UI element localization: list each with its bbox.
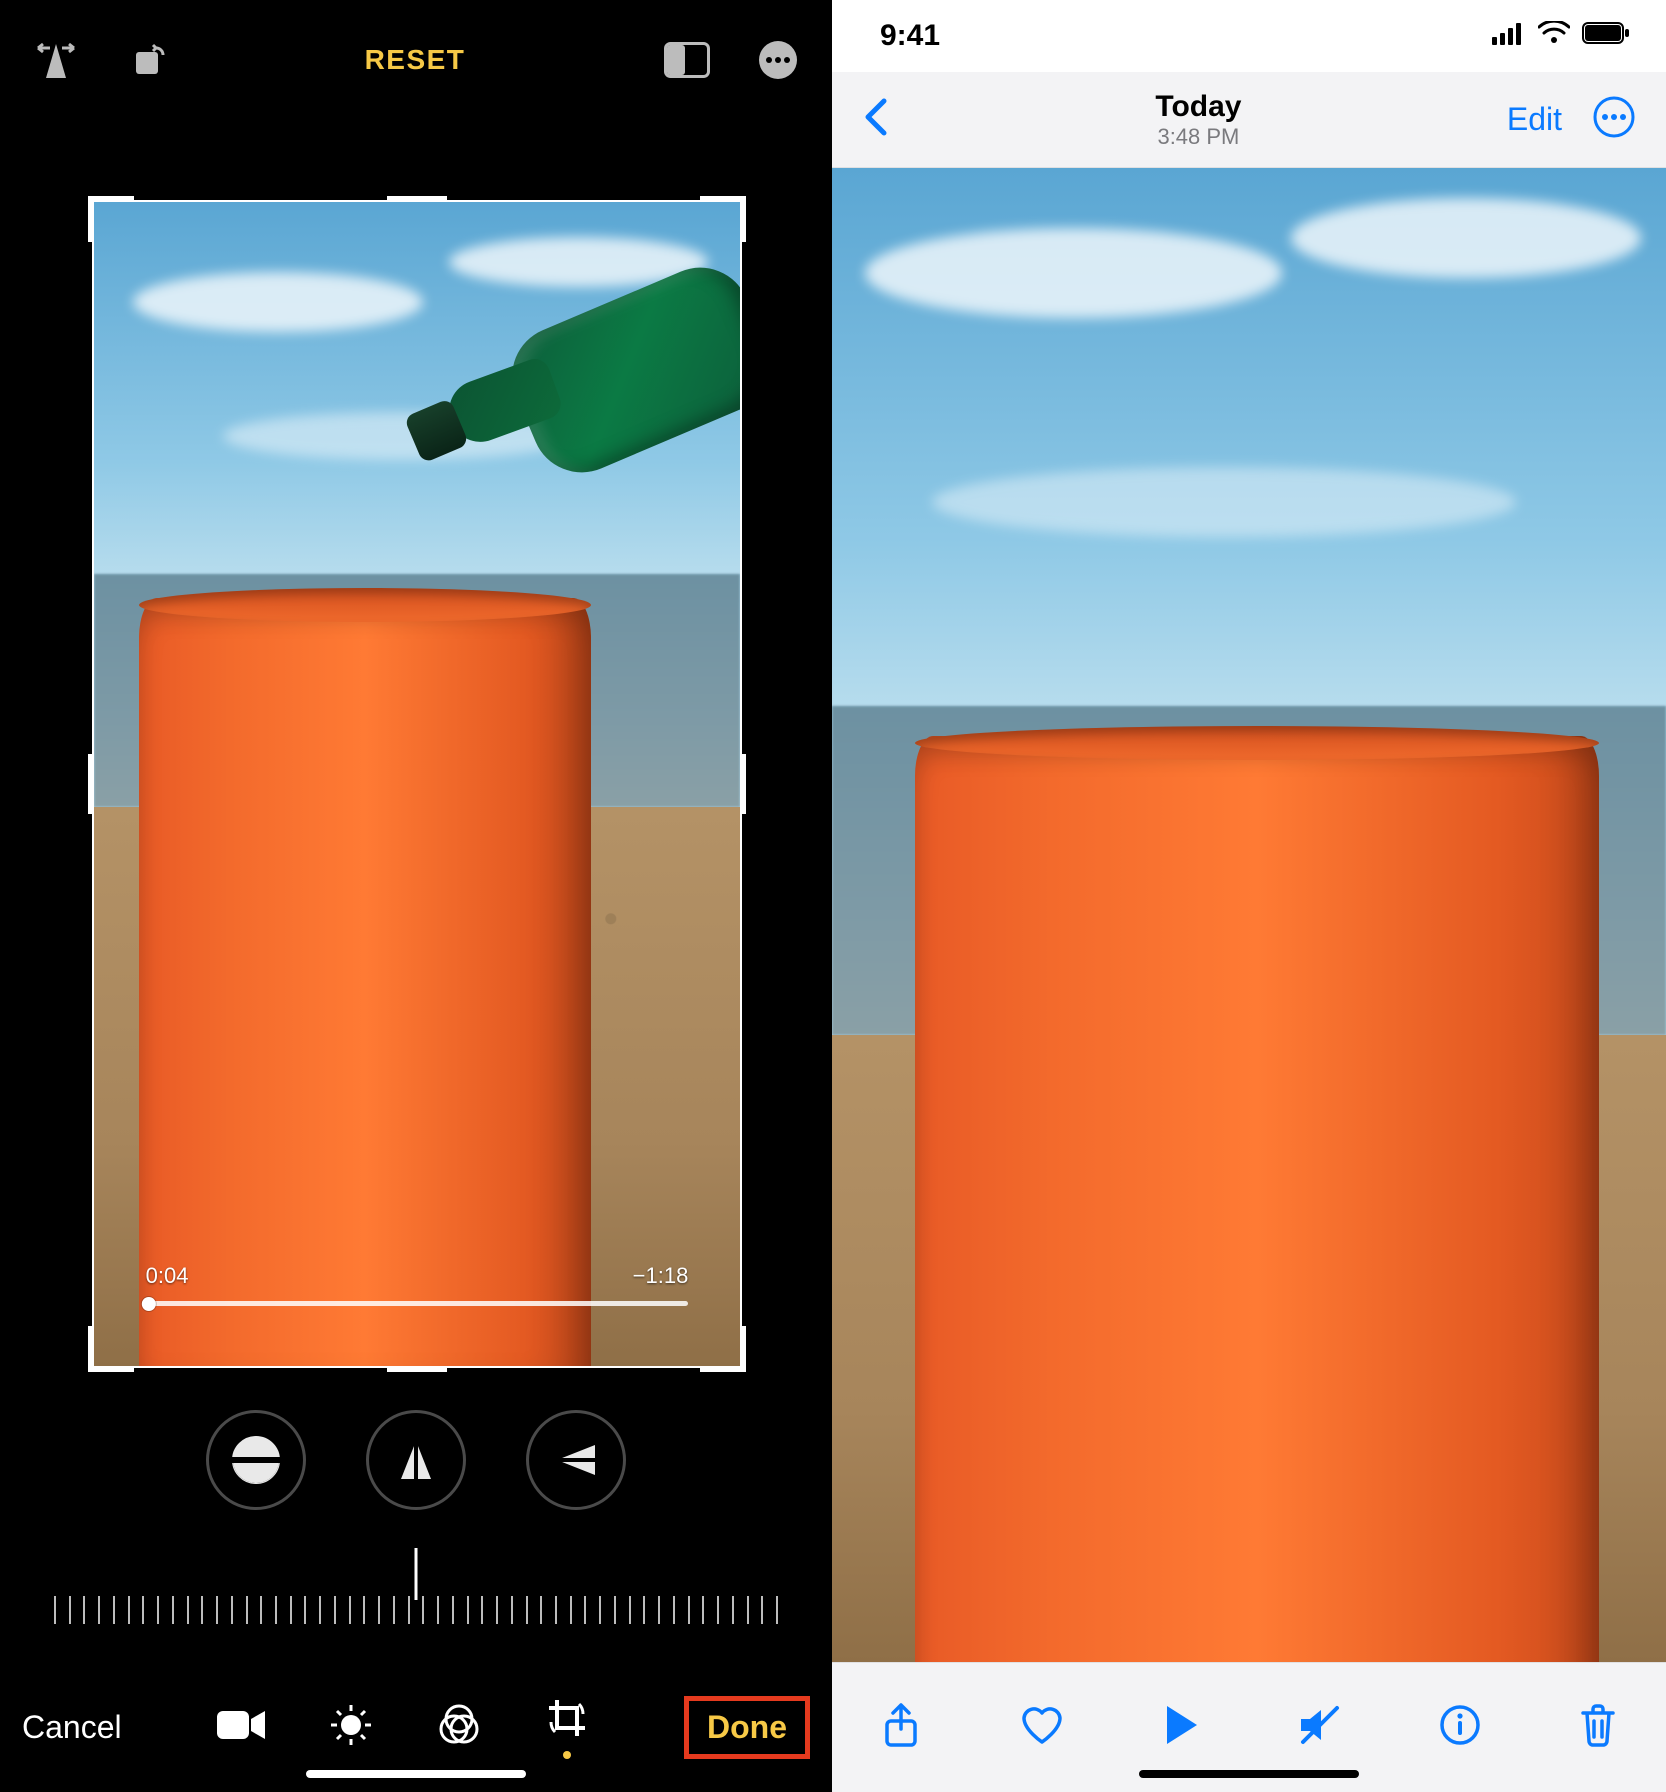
nav-title: Today 3:48 PM xyxy=(1155,90,1241,150)
crop-handle-bottom[interactable] xyxy=(387,1366,447,1372)
nav-title-main: Today xyxy=(1155,90,1241,125)
info-icon[interactable] xyxy=(1439,1704,1481,1751)
more-actions-icon[interactable] xyxy=(1592,95,1636,144)
play-icon[interactable] xyxy=(1163,1704,1199,1751)
reset-button[interactable]: RESET xyxy=(365,44,466,76)
crop-handle-br[interactable] xyxy=(700,1326,746,1372)
done-button-highlight: Done xyxy=(684,1696,810,1759)
adjust-tab-icon[interactable] xyxy=(329,1703,373,1752)
remaining-time: −1:18 xyxy=(633,1263,689,1289)
status-bar: 9:41 xyxy=(832,0,1666,72)
crop-handle-tl[interactable] xyxy=(88,196,134,242)
mute-icon[interactable] xyxy=(1297,1704,1341,1751)
active-tab-indicator xyxy=(563,1751,571,1759)
video-preview[interactable]: 0:04 −1:18 xyxy=(92,200,742,1368)
favorite-icon[interactable] xyxy=(1019,1704,1065,1751)
angle-ruler-center xyxy=(415,1548,418,1600)
status-time: 9:41 xyxy=(880,19,940,53)
crop-frame[interactable]: 0:04 −1:18 xyxy=(92,200,742,1368)
edit-button[interactable]: Edit xyxy=(1507,101,1562,138)
flip-horizontal-icon[interactable] xyxy=(34,38,78,82)
delete-icon[interactable] xyxy=(1579,1703,1617,1752)
nav-title-sub: 3:48 PM xyxy=(1155,124,1241,149)
crop-handle-bl[interactable] xyxy=(88,1326,134,1372)
home-indicator[interactable] xyxy=(1139,1770,1359,1778)
playback-timeline[interactable]: 0:04 −1:18 xyxy=(146,1263,689,1306)
rotate-icon[interactable] xyxy=(126,40,166,80)
vertical-perspective-button[interactable] xyxy=(366,1410,466,1510)
angle-ruler[interactable] xyxy=(54,1560,778,1624)
edit-crop-screen: RESET xyxy=(0,0,832,1792)
edit-top-bar: RESET xyxy=(0,0,832,120)
crop-handle-tr[interactable] xyxy=(700,196,746,242)
crop-tab-icon[interactable] xyxy=(545,1696,589,1759)
crop-handle-right[interactable] xyxy=(740,754,746,814)
adjust-mode-row xyxy=(0,1410,832,1510)
horizontal-perspective-button[interactable] xyxy=(526,1410,626,1510)
wifi-icon xyxy=(1538,19,1570,53)
scrubber-track[interactable] xyxy=(146,1301,689,1306)
photo-content xyxy=(832,168,1666,1662)
photo-viewport[interactable] xyxy=(832,168,1666,1662)
photo-content: 0:04 −1:18 xyxy=(94,202,740,1366)
back-button[interactable] xyxy=(862,97,890,142)
filters-tab-icon[interactable] xyxy=(437,1703,481,1752)
crop-handle-top[interactable] xyxy=(387,196,447,202)
video-tab-icon[interactable] xyxy=(217,1707,265,1748)
crop-handle-left[interactable] xyxy=(88,754,94,814)
cancel-button[interactable]: Cancel xyxy=(22,1709,122,1746)
battery-icon xyxy=(1582,19,1630,53)
aspect-ratio-icon[interactable] xyxy=(664,42,710,78)
cellular-icon xyxy=(1492,19,1526,53)
straighten-button[interactable] xyxy=(206,1410,306,1510)
more-icon[interactable] xyxy=(758,40,798,80)
viewer-nav-bar: Today 3:48 PM Edit xyxy=(832,72,1666,168)
share-icon[interactable] xyxy=(881,1701,921,1754)
home-indicator[interactable] xyxy=(306,1770,526,1778)
elapsed-time: 0:04 xyxy=(146,1263,189,1289)
done-button[interactable]: Done xyxy=(707,1709,787,1745)
scrubber-knob[interactable] xyxy=(141,1297,155,1311)
photo-viewer-screen: 9:41 Today 3:48 PM Edit xyxy=(832,0,1666,1792)
